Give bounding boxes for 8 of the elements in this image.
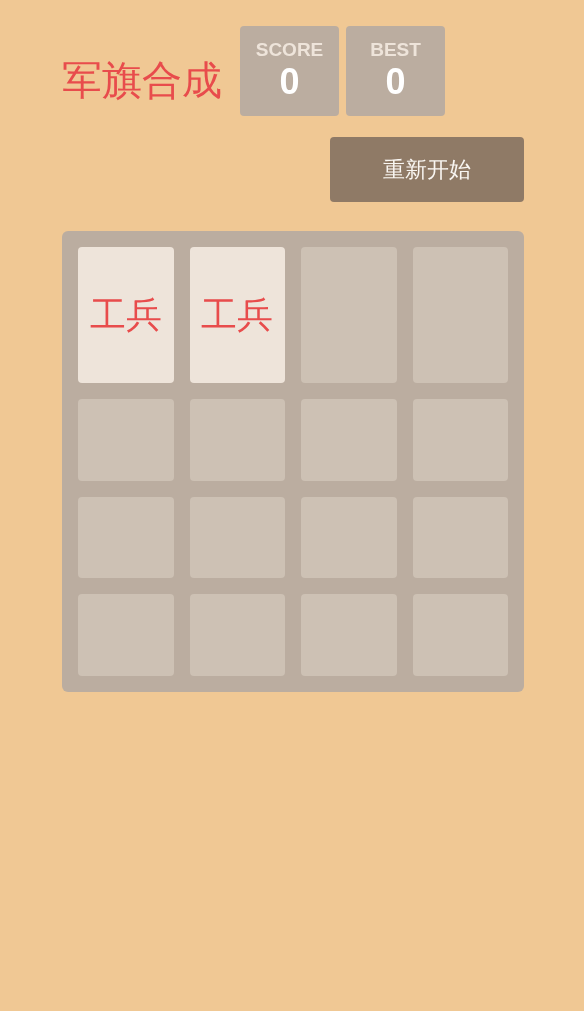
score-value: 0 <box>279 64 300 100</box>
score-value: 0 <box>385 64 406 100</box>
game-title: 军旗合成 <box>62 60 223 100</box>
score-label: BEST <box>370 40 421 59</box>
game-tile: 工兵 <box>189 247 285 383</box>
game-tile: 工兵 <box>78 247 174 383</box>
score-label: SCORE <box>255 40 324 59</box>
restart-button[interactable]: 重新开始 <box>330 137 524 202</box>
